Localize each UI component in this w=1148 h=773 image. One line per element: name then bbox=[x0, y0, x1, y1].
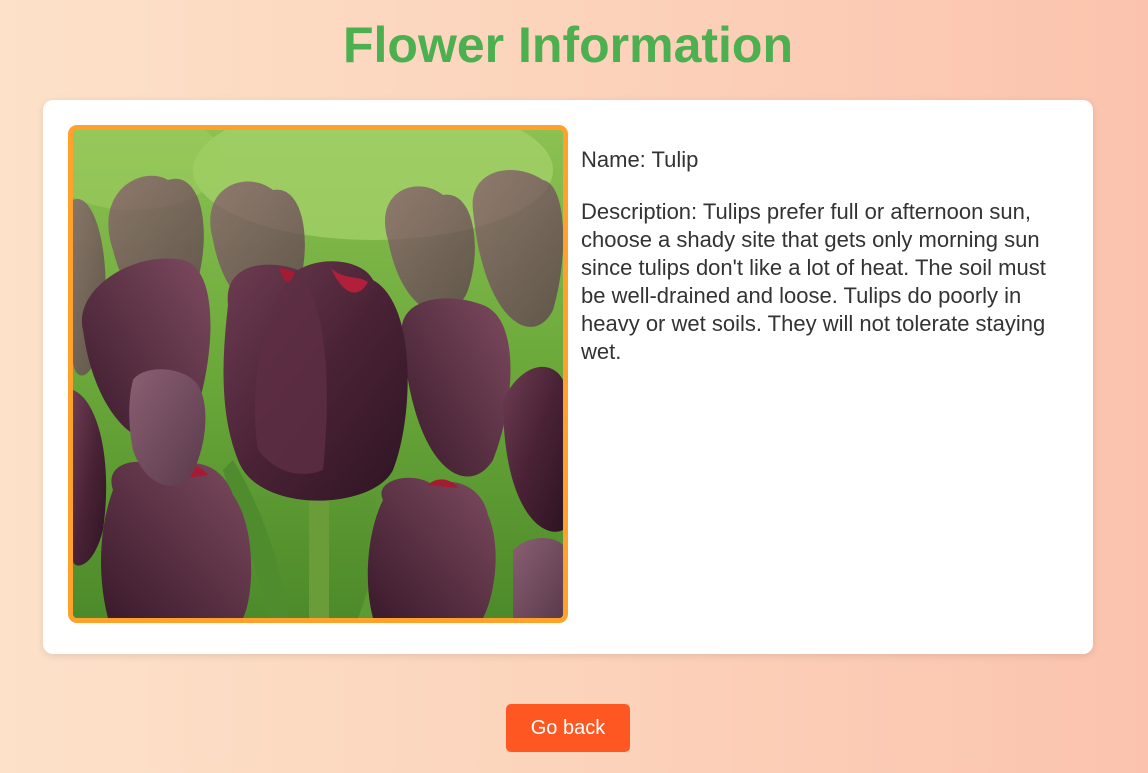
page-title: Flower Information bbox=[343, 17, 793, 73]
flower-name: Name: Tulip bbox=[581, 147, 699, 172]
flower-details: Name: Tulip Description: Tulips prefer f… bbox=[581, 146, 1061, 390]
tulip-photo bbox=[73, 130, 563, 618]
flower-description: Description: Tulips prefer full or after… bbox=[581, 199, 1046, 364]
go-back-button[interactable]: Go back bbox=[506, 704, 630, 752]
flower-card: Name: Tulip Description: Tulips prefer f… bbox=[43, 100, 1093, 654]
flower-image bbox=[68, 125, 568, 623]
